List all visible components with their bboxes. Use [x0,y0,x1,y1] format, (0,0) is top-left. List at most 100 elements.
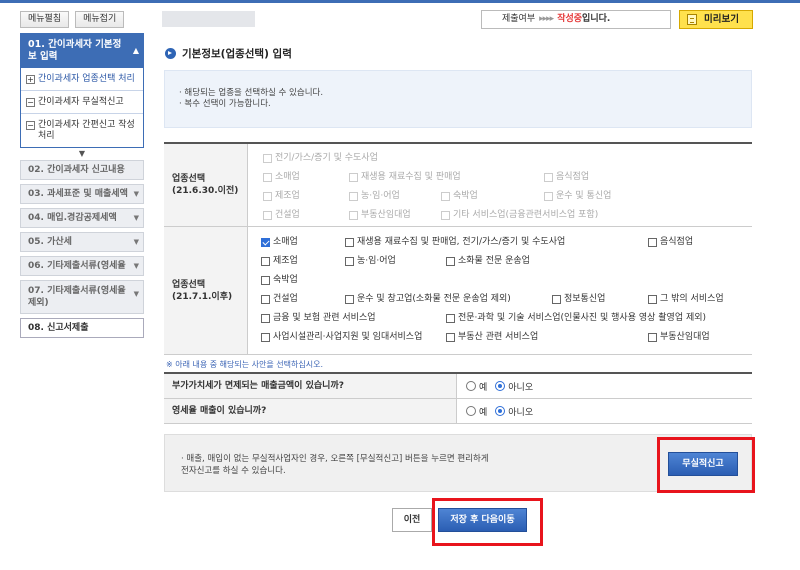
new-option-parcel-delivery[interactable]: 소화물 전문 운송업 [446,256,530,267]
old-option-lodging[interactable]: 숙박업 [441,191,478,202]
page-title-text: 기본정보(업종선택) 입력 [182,48,292,60]
option-label: 소화물 전문 운송업 [458,256,530,266]
old-option-agriculture[interactable]: 농·임·어업 [349,191,400,202]
chevron-down-icon: ▼ [133,214,139,222]
checkbox-checked[interactable] [261,238,270,247]
checkbox[interactable] [441,211,450,220]
checkbox[interactable] [648,238,657,247]
checkbox[interactable] [349,173,358,182]
info-line: · 해당되는 업종을 선택하실 수 있습니다. [179,88,324,98]
sidebar-item-other-docs-nonzero[interactable]: 07. 기타제출서류(영세율 제외) ▼ [20,280,144,314]
new-option-real-estate-service[interactable]: 부동산 관련 서비스업 [446,332,538,343]
option-label: 재생용 재료수집 및 판매업, 전기/가스/증기 및 수도사업 [357,237,566,247]
old-option-retail[interactable]: 소매업 [263,172,300,183]
radio-button-selected[interactable] [495,381,506,391]
sidebar-item-tax-base[interactable]: 03. 과세표준 및 매출세액 ▼ [20,184,144,204]
checkbox[interactable] [349,192,358,201]
sidebar-item-purchase-deduction[interactable]: 04. 매입.경감공제세액 ▼ [20,208,144,228]
old-option-real-estate-rental[interactable]: 부동산임대업 [349,210,411,221]
row-header: 업종선택 (21.6.30.이전) [164,144,248,226]
checkbox[interactable] [345,295,354,304]
option-label: 농·임·어업 [361,191,400,201]
checkbox[interactable] [552,295,561,304]
preview-button[interactable]: 미리보기 [679,10,753,29]
old-option-other-service[interactable]: 기타 서비스업(금융관련서비스업 포함) [441,210,598,221]
checkbox[interactable] [446,314,455,323]
radio-no[interactable]: 아니오 [495,380,533,393]
checkbox[interactable] [261,276,270,285]
question-label: 부가가치세가 면제되는 매출금액이 있습니까? [164,374,457,398]
checkbox[interactable] [446,333,455,342]
old-option-construction[interactable]: 건설업 [263,210,300,221]
sidebar-item-other-docs-zero[interactable]: 06. 기타제출서류(영세율 ▼ [20,256,144,276]
radio-button[interactable] [466,406,476,416]
checkbox[interactable] [349,211,358,220]
radio-yes[interactable]: 예 [466,405,487,418]
checkbox[interactable] [261,314,270,323]
chevron-down-icon: ▼ [133,290,139,298]
new-option-retail[interactable]: 소매업 [261,237,298,248]
collapse-menu-button[interactable]: 메뉴접기 [75,11,125,28]
row-header-date: (21.7.1.이후) [172,291,233,302]
sidebar-item-submit-report[interactable]: 08. 신고서제출 [20,318,144,338]
checkbox[interactable] [544,192,553,201]
radio-label: 예 [479,382,488,393]
checkbox[interactable] [544,173,553,182]
new-option-real-estate-rental[interactable]: 부동산임대업 [648,332,710,343]
old-option-recycling[interactable]: 재생용 재료수집 및 판매업 [349,172,461,183]
old-option-transport[interactable]: 운수 및 통신업 [544,191,611,202]
new-option-recycling-utilities[interactable]: 재생용 재료수집 및 판매업, 전기/가스/증기 및 수도사업 [345,237,565,248]
question-options: 예 아니오 [457,374,533,398]
old-option-manufacturing[interactable]: 제조업 [263,191,300,202]
checkbox[interactable] [446,257,455,266]
new-option-construction[interactable]: 건설업 [261,294,298,305]
option-label: 숙박업 [453,191,478,201]
checkbox[interactable] [263,154,272,163]
radio-button-selected[interactable] [495,406,506,416]
old-option-restaurant[interactable]: 음식점업 [544,172,589,183]
sidebar-item-penalty-tax[interactable]: 05. 가산세 ▼ [20,232,144,252]
radio-yes[interactable]: 예 [466,380,487,393]
new-option-other-service[interactable]: 그 밖의 서비스업 [648,294,724,305]
new-option-lodging[interactable]: 숙박업 [261,275,298,286]
checkbox[interactable] [261,257,270,266]
new-option-info-comm[interactable]: 정보통신업 [552,294,605,305]
expand-menu-button[interactable]: 메뉴펼침 [20,11,70,28]
checkbox[interactable] [345,257,354,266]
document-icon [687,14,697,25]
new-option-finance-insurance[interactable]: 금융 및 보험 관련 서비스업 [261,313,376,324]
checkbox[interactable] [648,295,657,304]
radio-button[interactable] [466,381,476,391]
checkbox[interactable] [441,192,450,201]
prev-button[interactable]: 이전 [392,508,432,532]
sidebar-item-report-content[interactable]: 02. 간이과세자 신고내용 [20,160,144,180]
sidebar-sub-item-simple-report[interactable]: − 간이과세자 간편신고 작성 처리 [21,114,143,147]
option-label: 기타 서비스업(금융관련서비스업 포함) [453,210,599,220]
checkbox[interactable] [261,295,270,304]
new-option-restaurant[interactable]: 음식점업 [648,237,693,248]
checkbox[interactable] [263,211,272,220]
option-label: 숙박업 [273,275,298,285]
checkbox[interactable] [261,333,270,342]
radio-no[interactable]: 아니오 [495,405,533,418]
submission-status: 제출여부 ▸▸▸▸ 작성중입니다. [481,10,671,29]
sidebar-sub-item-no-record[interactable]: − 간이과세자 무실적신고 [21,91,143,114]
new-option-manufacturing[interactable]: 제조업 [261,256,298,267]
plus-box-icon: + [26,75,35,84]
option-label: 부동산 관련 서비스업 [458,332,539,342]
new-option-agriculture[interactable]: 농·임·어업 [345,256,396,267]
old-option-utilities[interactable]: 전기/가스/증기 및 수도사업 [263,153,378,164]
checkbox[interactable] [345,238,354,247]
sidebar: 01. 간이과세자 기본정보 입력 ▲ + 간이과세자 업종선택 처리 − 간이… [20,33,144,342]
new-option-transport-storage[interactable]: 운수 및 창고업(소화물 전문 운송업 제외) [345,294,511,305]
sidebar-item-label: 02. 간이과세자 신고내용 [28,165,125,175]
sidebar-item-basic-info[interactable]: 01. 간이과세자 기본정보 입력 ▲ [20,33,144,68]
status-arrows: ▸▸▸▸ [539,14,554,24]
checkbox[interactable] [263,192,272,201]
new-option-facility-management[interactable]: 사업시설관리·사업지원 및 임대서비스업 [261,332,422,343]
question-row-tax-exempt: 부가가치세가 면제되는 매출금액이 있습니까? 예 아니오 [164,374,752,399]
new-option-professional-science[interactable]: 전문·과학 및 기술 서비스업(인물사진 및 행사용 영상 촬영업 제외) [446,313,706,324]
checkbox[interactable] [263,173,272,182]
checkbox[interactable] [648,333,657,342]
sidebar-sub-item-business-type[interactable]: + 간이과세자 업종선택 처리 [21,68,143,91]
